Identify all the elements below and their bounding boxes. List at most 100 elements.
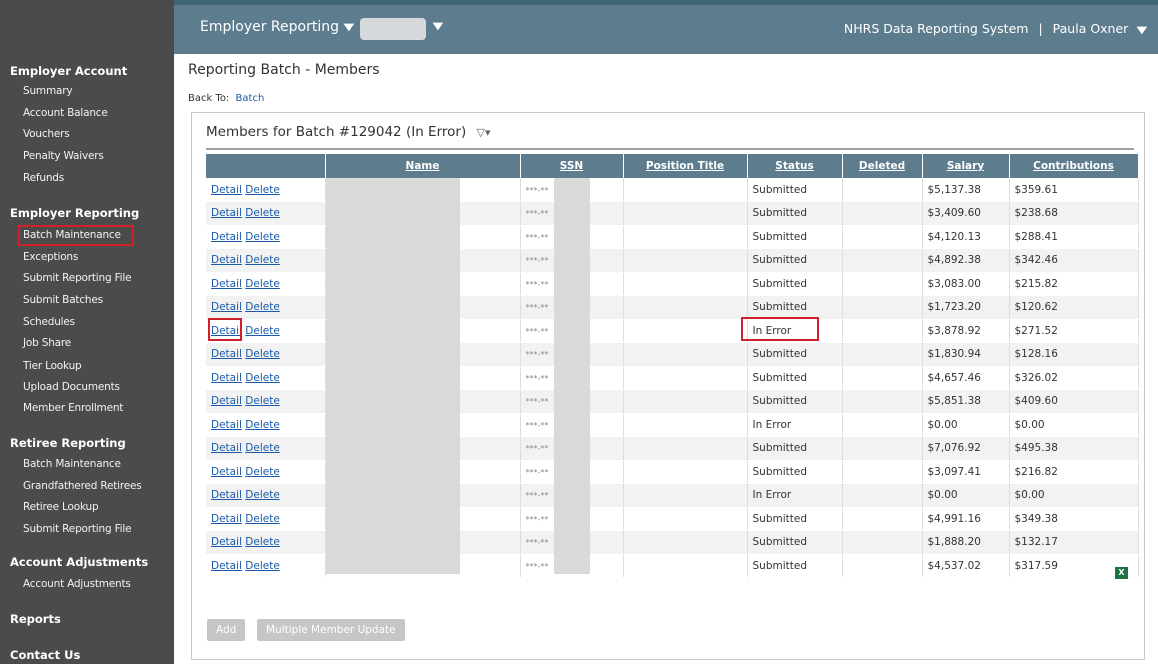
ssn-mask: ***-**	[525, 373, 549, 383]
delete-link[interactable]: Delete	[245, 325, 280, 337]
sidebar-item[interactable]: Grandfathered Retirees	[23, 480, 142, 492]
sidebar-item[interactable]: Submit Reporting File	[23, 523, 132, 535]
detail-link[interactable]: Detail	[211, 254, 242, 266]
detail-link[interactable]: Detail	[211, 536, 242, 548]
delete-link[interactable]: Delete	[245, 513, 280, 525]
ssn-mask: ***-**	[525, 209, 549, 219]
sidebar-section-2[interactable]: Retiree Reporting	[10, 436, 126, 450]
sidebar-item[interactable]: Vouchers	[23, 128, 70, 140]
panel-title-text: Members for Batch #129042 (In Error)	[206, 124, 467, 140]
delete-link[interactable]: Delete	[245, 254, 280, 266]
salary-cell: $7,076.92	[922, 436, 1010, 461]
sidebar-item[interactable]: Batch Maintenance	[23, 458, 121, 470]
delete-link[interactable]: Delete	[245, 489, 280, 501]
detail-link[interactable]: Detail	[211, 560, 242, 572]
position-cell	[623, 272, 748, 296]
detail-link[interactable]: Detail	[211, 348, 242, 360]
column-header[interactable]: SSN	[520, 154, 624, 178]
add-button[interactable]: Add	[207, 619, 246, 641]
row-actions: Detail Delete	[206, 413, 326, 437]
sidebar-item[interactable]: Submit Batches	[23, 294, 103, 306]
position-cell	[623, 295, 748, 320]
delete-link[interactable]: Delete	[245, 372, 280, 384]
sidebar-section-1[interactable]: Employer Reporting	[10, 206, 139, 220]
delete-link[interactable]: Delete	[245, 466, 280, 478]
detail-link[interactable]: Detail	[211, 207, 242, 219]
delete-link[interactable]: Delete	[245, 419, 280, 431]
sidebar-item[interactable]: Upload Documents	[23, 381, 120, 393]
sidebar-item[interactable]: Penalty Waivers	[23, 150, 104, 162]
row-actions: Detail Delete	[206, 295, 326, 320]
sidebar-item[interactable]: Tier Lookup	[23, 360, 82, 372]
delete-link[interactable]: Delete	[245, 184, 280, 196]
salary-cell: $0.00	[922, 483, 1010, 508]
sidebar-item[interactable]: Member Enrollment	[23, 402, 123, 414]
sidebar-item[interactable]: Exceptions	[23, 251, 78, 263]
column-header[interactable]: Position Title	[623, 154, 748, 178]
column-header[interactable]: Name	[325, 154, 521, 178]
sidebar-section-0[interactable]: Employer Account	[10, 64, 127, 78]
position-cell	[623, 201, 748, 226]
delete-link[interactable]: Delete	[245, 301, 280, 313]
ssn-mask: ***-**	[525, 397, 549, 407]
sidebar-section-3[interactable]: Account Adjustments	[10, 555, 148, 569]
filter-icon[interactable]: ▽▾	[477, 126, 491, 139]
multiple-member-update-button[interactable]: Multiple Member Update	[257, 619, 405, 641]
column-header[interactable]: Salary	[922, 154, 1010, 178]
deleted-cell	[842, 342, 923, 367]
highlight-box	[208, 318, 242, 341]
detail-link[interactable]: Detail	[211, 184, 242, 196]
sidebar-item[interactable]: Submit Reporting File	[23, 272, 132, 284]
sidebar-item[interactable]: Summary	[23, 85, 73, 97]
column-header[interactable]: Deleted	[842, 154, 923, 178]
status-cell: Submitted	[747, 201, 843, 226]
chevron-down-icon[interactable]: ▼	[432, 21, 443, 32]
user-menu[interactable]: Paula Oxner ▼	[1053, 21, 1148, 36]
deleted-cell	[842, 178, 923, 202]
excel-icon[interactable]: X	[1115, 567, 1128, 579]
sidebar-item[interactable]: Job Share	[23, 337, 71, 349]
contributions-cell: $288.41	[1009, 225, 1139, 249]
sidebar-section-5[interactable]: Contact Us	[10, 648, 80, 662]
delete-link[interactable]: Delete	[245, 442, 280, 454]
delete-link[interactable]: Delete	[245, 560, 280, 572]
column-header[interactable]: Status	[747, 154, 843, 178]
delete-link[interactable]: Delete	[245, 395, 280, 407]
detail-link[interactable]: Detail	[211, 301, 242, 313]
ssn-mask: ***-**	[525, 185, 549, 195]
detail-link[interactable]: Detail	[211, 372, 242, 384]
top-bar: Employer Reporting ▼ ▼ NHRS Data Reporti…	[174, 0, 1158, 54]
position-cell	[623, 366, 748, 390]
detail-link[interactable]: Detail	[211, 278, 242, 290]
employer-reporting-menu[interactable]: Employer Reporting ▼	[200, 19, 354, 35]
employer-select[interactable]	[360, 18, 426, 40]
detail-link[interactable]: Detail	[211, 419, 242, 431]
detail-link[interactable]: Detail	[211, 395, 242, 407]
sidebar-item[interactable]: Schedules	[23, 316, 75, 328]
detail-link[interactable]: Detail	[211, 442, 242, 454]
delete-link[interactable]: Delete	[245, 231, 280, 243]
detail-link[interactable]: Detail	[211, 466, 242, 478]
back-to-batch-link[interactable]: Batch	[236, 93, 265, 104]
detail-link[interactable]: Detail	[211, 489, 242, 501]
sidebar-item[interactable]: Retiree Lookup	[23, 501, 99, 513]
detail-link[interactable]: Detail	[211, 513, 242, 525]
sidebar-item[interactable]: Account Balance	[23, 107, 108, 119]
sidebar-item[interactable]: Account Adjustments	[23, 578, 131, 590]
detail-link[interactable]: Detail	[211, 231, 242, 243]
delete-link[interactable]: Delete	[245, 348, 280, 360]
delete-link[interactable]: Delete	[245, 207, 280, 219]
position-cell	[623, 507, 748, 531]
position-cell	[623, 483, 748, 508]
column-header[interactable]: Contributions	[1009, 154, 1139, 178]
deleted-cell	[842, 530, 923, 555]
ssn-mask: ***-**	[525, 232, 549, 242]
contributions-cell: $0.00	[1009, 483, 1139, 508]
position-cell	[623, 436, 748, 461]
status-cell: Submitted	[747, 342, 843, 367]
sidebar-item[interactable]: Refunds	[23, 172, 64, 184]
sidebar-section-4[interactable]: Reports	[10, 612, 61, 626]
contributions-cell: $495.38	[1009, 436, 1139, 461]
delete-link[interactable]: Delete	[245, 278, 280, 290]
delete-link[interactable]: Delete	[245, 536, 280, 548]
